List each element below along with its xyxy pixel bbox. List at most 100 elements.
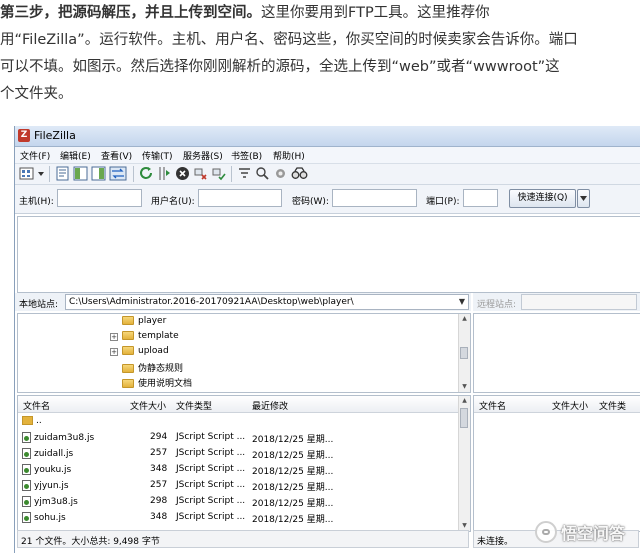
chevron-down-icon[interactable]: ▼ xyxy=(459,297,465,306)
column-header-size[interactable]: 文件大小 xyxy=(130,399,166,412)
compare-icon[interactable] xyxy=(255,166,270,181)
filezilla-window: Z FileZilla 文件(F) 编辑(E) 查看(V) 传输(T) 服务器(… xyxy=(14,126,640,553)
tree-item[interactable]: 伪静态规则 xyxy=(122,361,183,376)
quickconnect-dropdown-button[interactable] xyxy=(577,189,590,208)
folder-icon xyxy=(122,364,134,373)
column-header-name[interactable]: 文件名 xyxy=(479,399,506,412)
column-header-modified[interactable]: 最近修改 xyxy=(252,399,288,412)
file-type: JScript Script ... xyxy=(176,464,246,474)
article-line-2: 用“FileZilla”。运行软件。主机、用户名、密码这些，你买空间的时候卖家会… xyxy=(0,32,578,48)
file-size: 348 xyxy=(150,512,168,522)
scroll-down-icon[interactable]: ▼ xyxy=(459,382,470,392)
tree-item-label: upload xyxy=(138,346,169,356)
article-line-1: 第三步，把源码解压，并且上传到空间。这里你要用到FTP工具。这里推荐你 xyxy=(0,0,636,27)
cancel-icon[interactable] xyxy=(175,166,190,181)
article-line-1-rest: 这里你要用到FTP工具。这里推荐你 xyxy=(261,5,490,21)
search-icon[interactable] xyxy=(291,166,308,181)
menu-help[interactable]: 帮助(H) xyxy=(273,149,305,162)
toolbar-separator xyxy=(231,166,232,182)
toggle-queue-icon[interactable] xyxy=(109,166,127,181)
toggle-local-tree-icon[interactable] xyxy=(73,166,88,181)
toggle-log-icon[interactable] xyxy=(55,166,70,181)
scroll-up-icon[interactable]: ▲ xyxy=(459,314,470,324)
dropdown-arrow-icon[interactable] xyxy=(37,166,45,181)
file-name: yjm3u8.js xyxy=(34,497,78,507)
username-input[interactable] xyxy=(198,189,282,207)
filter-icon[interactable] xyxy=(237,166,252,181)
menu-bookmarks[interactable]: 书签(B) xyxy=(231,149,262,162)
local-site-label: 本地站点: xyxy=(19,300,59,310)
file-type: JScript Script ... xyxy=(176,496,246,506)
local-status-text: 21 个文件。大小总共: 9,498 字节 xyxy=(21,537,160,547)
tree-item[interactable]: + template xyxy=(110,331,179,346)
disconnect-icon[interactable] xyxy=(193,166,208,181)
expand-icon[interactable]: + xyxy=(110,333,118,341)
file-row[interactable]: yjyun.js 257 JScript Script ... 2018/12/… xyxy=(18,477,458,493)
js-file-icon xyxy=(22,496,31,507)
file-modified: 2018/12/25 星期... xyxy=(252,483,334,493)
quickconnect-button[interactable]: 快速连接(Q) xyxy=(509,189,576,208)
folder-icon xyxy=(122,379,134,388)
password-input[interactable] xyxy=(332,189,417,207)
file-name: youku.js xyxy=(34,465,72,475)
folder-icon xyxy=(122,346,134,355)
tree-item-label: 使用说明文档 xyxy=(138,379,193,389)
watermark-text: 悟空问答 xyxy=(561,524,626,543)
file-row[interactable]: zuidam3u8.js 294 JScript Script ... 2018… xyxy=(18,429,458,445)
article-line-4: 个文件夹。 xyxy=(0,86,73,102)
column-header-type[interactable]: 文件类 xyxy=(599,399,626,412)
port-input[interactable] xyxy=(463,189,498,207)
local-file-list: 文件名 文件大小 文件类型 最近修改 .. zuidam3u8.js 294 J… xyxy=(17,395,471,532)
tree-item[interactable]: player xyxy=(122,316,166,331)
file-row[interactable]: .. xyxy=(18,413,458,429)
port-label: 端口(P): xyxy=(426,197,460,207)
local-file-list-header: 文件名 文件大小 文件类型 最近修改 xyxy=(18,396,458,413)
process-queue-icon[interactable] xyxy=(157,166,172,181)
file-type: JScript Script ... xyxy=(176,480,246,490)
menu-edit[interactable]: 编辑(E) xyxy=(60,149,91,162)
file-row[interactable]: youku.js 348 JScript Script ... 2018/12/… xyxy=(18,461,458,477)
menu-file[interactable]: 文件(F) xyxy=(20,149,50,162)
reconnect-icon[interactable] xyxy=(211,166,226,181)
expand-icon[interactable]: + xyxy=(110,348,118,356)
toggle-remote-tree-icon[interactable] xyxy=(91,166,106,181)
menu-view[interactable]: 查看(V) xyxy=(101,149,132,162)
tree-scrollbar[interactable]: ▲ ▼ xyxy=(458,314,470,392)
file-row[interactable]: sohu.js 348 JScript Script ... 2018/12/2… xyxy=(18,509,458,525)
sync-browse-icon[interactable] xyxy=(273,166,288,181)
local-path-combobox[interactable]: C:\Users\Administrator.2016-20170921AA\D… xyxy=(65,294,469,310)
article-text: 第三步，把源码解压，并且上传到空间。这里你要用到FTP工具。这里推荐你 用“Fi… xyxy=(0,0,636,108)
scrollbar-thumb[interactable] xyxy=(460,347,468,359)
file-modified: 2018/12/25 星期... xyxy=(252,435,334,445)
column-header-name[interactable]: 文件名 xyxy=(23,399,50,412)
tree-item-label: player xyxy=(138,316,167,326)
remote-status-text: 未连接。 xyxy=(477,537,514,547)
remote-path-combobox[interactable] xyxy=(521,294,637,310)
username-label: 用户名(U): xyxy=(151,197,195,207)
tree-item[interactable]: 使用说明文档 xyxy=(122,376,192,391)
file-row[interactable]: zuidall.js 257 JScript Script ... 2018/1… xyxy=(18,445,458,461)
toolbar-separator xyxy=(49,166,50,182)
quickconnect-bar: 主机(H): 用户名(U): 密码(W): 端口(P): 快速连接(Q) xyxy=(15,185,640,214)
column-header-type[interactable]: 文件类型 xyxy=(176,399,212,412)
window-title: FileZilla xyxy=(34,129,76,142)
file-type: JScript Script ... xyxy=(176,512,246,522)
file-row[interactable]: yjm3u8.js 298 JScript Script ... 2018/12… xyxy=(18,493,458,509)
scrollbar-thumb[interactable] xyxy=(460,408,468,428)
local-directory-tree: player + template + upload 伪静态规则 使用说明文档 ▲ … xyxy=(17,313,471,393)
tree-item-label: template xyxy=(138,331,179,341)
file-list-scrollbar[interactable]: ▲ ▼ xyxy=(458,396,470,531)
menu-transfer[interactable]: 传输(T) xyxy=(142,149,173,162)
scroll-up-icon[interactable]: ▲ xyxy=(459,396,470,406)
column-header-size[interactable]: 文件大小 xyxy=(552,399,588,412)
js-file-icon xyxy=(22,512,31,523)
site-manager-icon[interactable] xyxy=(19,166,34,181)
menu-server[interactable]: 服务器(S) xyxy=(183,149,223,162)
js-file-icon xyxy=(22,448,31,459)
js-file-icon xyxy=(22,480,31,491)
tree-item[interactable]: + upload xyxy=(110,346,169,361)
refresh-icon[interactable] xyxy=(139,166,154,181)
host-input[interactable] xyxy=(57,189,142,207)
file-modified: 2018/12/25 星期... xyxy=(252,515,334,525)
host-label: 主机(H): xyxy=(19,197,54,207)
